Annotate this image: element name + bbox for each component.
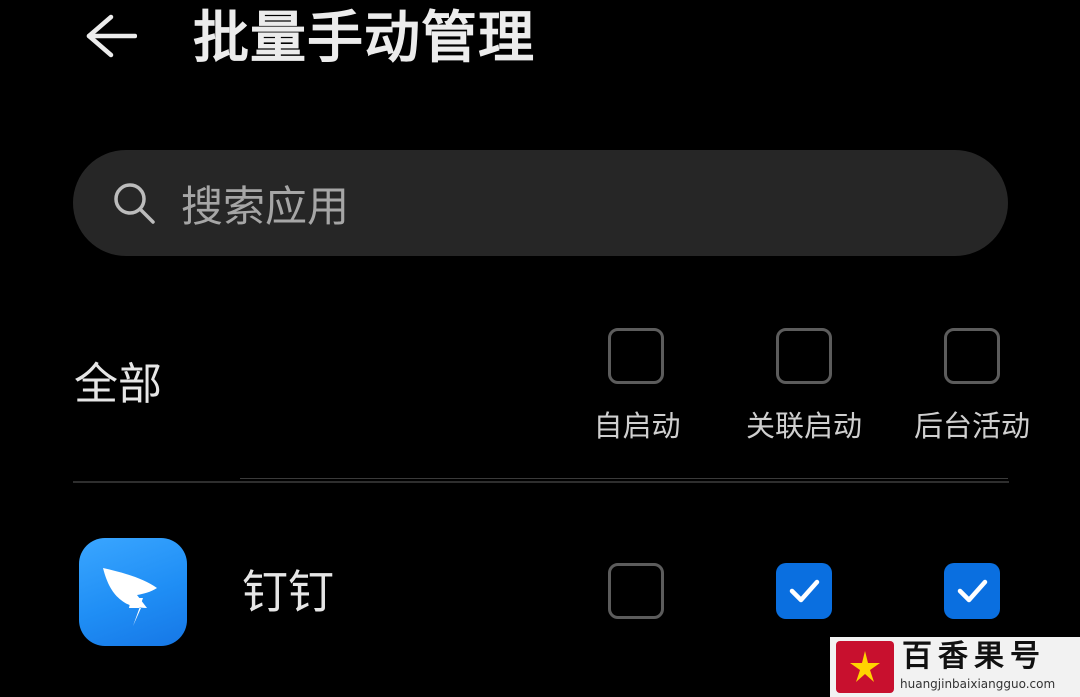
dingtalk-auto-start-checkbox[interactable] xyxy=(608,563,664,619)
back-button[interactable] xyxy=(78,8,140,64)
dingtalk-assoc-start-checkbox[interactable] xyxy=(776,563,832,619)
watermark-text: 百香果号 xyxy=(902,639,1046,674)
dingtalk-background-checkbox[interactable] xyxy=(944,563,1000,619)
column-label-background: 后台活动 xyxy=(913,409,1030,443)
select-all-label: 全部 xyxy=(74,359,162,410)
watermark: 百香果号 huangjinbaixiangguo.com xyxy=(830,637,1080,697)
dingtalk-app-icon xyxy=(79,538,187,646)
auto-start-all-checkbox[interactable] xyxy=(608,328,664,384)
divider xyxy=(240,478,1008,479)
background-all-checkbox[interactable] xyxy=(944,328,1000,384)
checkmark-icon xyxy=(789,579,820,603)
page-title: 批量手动管理 xyxy=(193,6,535,71)
search-input[interactable]: 搜索应用 xyxy=(181,173,349,234)
watermark-logo xyxy=(836,641,894,693)
watermark-url: huangjinbaixiangguo.com xyxy=(900,677,1056,691)
app-screen: 批量手动管理 搜索应用 全部 自启动 关联启动 后台活动 钉钉 百香果号 hua… xyxy=(0,0,1080,697)
search-bar[interactable]: 搜索应用 xyxy=(73,150,1008,256)
app-name: 钉钉 xyxy=(242,565,334,619)
assoc-start-all-checkbox[interactable] xyxy=(776,328,832,384)
divider xyxy=(73,481,1009,483)
search-icon xyxy=(111,180,157,226)
checkmark-icon xyxy=(957,579,988,603)
arrow-left-icon xyxy=(86,14,137,58)
